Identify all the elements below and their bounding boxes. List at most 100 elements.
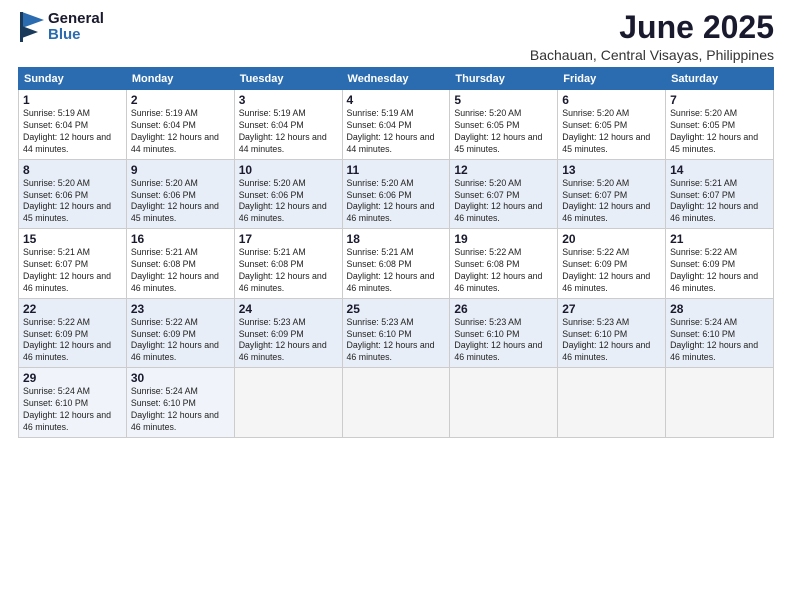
calendar-week-row: 8Sunrise: 5:20 AMSunset: 6:06 PMDaylight… xyxy=(19,159,774,229)
table-row: 21Sunrise: 5:22 AMSunset: 6:09 PMDayligh… xyxy=(666,229,774,299)
table-row: 27Sunrise: 5:23 AMSunset: 6:10 PMDayligh… xyxy=(558,298,666,368)
day-number: 19 xyxy=(454,232,553,246)
day-info: Sunrise: 5:21 AMSunset: 6:07 PMDaylight:… xyxy=(23,247,122,295)
day-number: 9 xyxy=(131,163,230,177)
table-row: 9Sunrise: 5:20 AMSunset: 6:06 PMDaylight… xyxy=(126,159,234,229)
day-info: Sunrise: 5:20 AMSunset: 6:06 PMDaylight:… xyxy=(23,178,122,226)
day-number: 25 xyxy=(347,302,446,316)
day-info: Sunrise: 5:19 AMSunset: 6:04 PMDaylight:… xyxy=(347,108,446,156)
header-monday: Monday xyxy=(126,68,234,90)
table-row: 11Sunrise: 5:20 AMSunset: 6:06 PMDayligh… xyxy=(342,159,450,229)
day-number: 6 xyxy=(562,93,661,107)
day-number: 28 xyxy=(670,302,769,316)
table-row xyxy=(666,368,774,438)
day-number: 1 xyxy=(23,93,122,107)
table-row: 12Sunrise: 5:20 AMSunset: 6:07 PMDayligh… xyxy=(450,159,558,229)
table-row: 3Sunrise: 5:19 AMSunset: 6:04 PMDaylight… xyxy=(234,90,342,160)
day-number: 21 xyxy=(670,232,769,246)
table-row: 17Sunrise: 5:21 AMSunset: 6:08 PMDayligh… xyxy=(234,229,342,299)
table-row: 30Sunrise: 5:24 AMSunset: 6:10 PMDayligh… xyxy=(126,368,234,438)
day-number: 13 xyxy=(562,163,661,177)
day-info: Sunrise: 5:21 AMSunset: 6:07 PMDaylight:… xyxy=(670,178,769,226)
title-block: June 2025 Bachauan, Central Visayas, Phi… xyxy=(530,10,774,63)
day-info: Sunrise: 5:20 AMSunset: 6:05 PMDaylight:… xyxy=(562,108,661,156)
table-row: 5Sunrise: 5:20 AMSunset: 6:05 PMDaylight… xyxy=(450,90,558,160)
header: General Blue June 2025 Bachauan, Central… xyxy=(18,10,774,63)
table-row: 18Sunrise: 5:21 AMSunset: 6:08 PMDayligh… xyxy=(342,229,450,299)
day-number: 3 xyxy=(239,93,338,107)
day-number: 5 xyxy=(454,93,553,107)
day-number: 10 xyxy=(239,163,338,177)
day-info: Sunrise: 5:23 AMSunset: 6:10 PMDaylight:… xyxy=(454,317,553,365)
day-info: Sunrise: 5:22 AMSunset: 6:09 PMDaylight:… xyxy=(562,247,661,295)
day-info: Sunrise: 5:24 AMSunset: 6:10 PMDaylight:… xyxy=(670,317,769,365)
day-info: Sunrise: 5:19 AMSunset: 6:04 PMDaylight:… xyxy=(239,108,338,156)
day-info: Sunrise: 5:21 AMSunset: 6:08 PMDaylight:… xyxy=(131,247,230,295)
calendar-week-row: 15Sunrise: 5:21 AMSunset: 6:07 PMDayligh… xyxy=(19,229,774,299)
day-info: Sunrise: 5:20 AMSunset: 6:06 PMDaylight:… xyxy=(347,178,446,226)
header-sunday: Sunday xyxy=(19,68,127,90)
day-number: 20 xyxy=(562,232,661,246)
header-thursday: Thursday xyxy=(450,68,558,90)
day-info: Sunrise: 5:20 AMSunset: 6:07 PMDaylight:… xyxy=(562,178,661,226)
day-info: Sunrise: 5:20 AMSunset: 6:06 PMDaylight:… xyxy=(239,178,338,226)
table-row xyxy=(342,368,450,438)
day-number: 7 xyxy=(670,93,769,107)
calendar-week-row: 1Sunrise: 5:19 AMSunset: 6:04 PMDaylight… xyxy=(19,90,774,160)
day-info: Sunrise: 5:23 AMSunset: 6:09 PMDaylight:… xyxy=(239,317,338,365)
day-number: 18 xyxy=(347,232,446,246)
header-wednesday: Wednesday xyxy=(342,68,450,90)
day-number: 23 xyxy=(131,302,230,316)
day-info: Sunrise: 5:20 AMSunset: 6:07 PMDaylight:… xyxy=(454,178,553,226)
table-row xyxy=(558,368,666,438)
logo-text: General Blue xyxy=(48,11,104,44)
table-row: 28Sunrise: 5:24 AMSunset: 6:10 PMDayligh… xyxy=(666,298,774,368)
day-number: 11 xyxy=(347,163,446,177)
logo-icon xyxy=(18,10,44,44)
day-number: 22 xyxy=(23,302,122,316)
calendar-header-row: Sunday Monday Tuesday Wednesday Thursday… xyxy=(19,68,774,90)
day-number: 17 xyxy=(239,232,338,246)
table-row: 19Sunrise: 5:22 AMSunset: 6:08 PMDayligh… xyxy=(450,229,558,299)
table-row xyxy=(234,368,342,438)
day-info: Sunrise: 5:20 AMSunset: 6:05 PMDaylight:… xyxy=(454,108,553,156)
table-row: 13Sunrise: 5:20 AMSunset: 6:07 PMDayligh… xyxy=(558,159,666,229)
table-row xyxy=(450,368,558,438)
title-month: June 2025 xyxy=(530,10,774,45)
header-saturday: Saturday xyxy=(666,68,774,90)
table-row: 15Sunrise: 5:21 AMSunset: 6:07 PMDayligh… xyxy=(19,229,127,299)
title-location: Bachauan, Central Visayas, Philippines xyxy=(530,47,774,63)
day-info: Sunrise: 5:21 AMSunset: 6:08 PMDaylight:… xyxy=(239,247,338,295)
day-info: Sunrise: 5:24 AMSunset: 6:10 PMDaylight:… xyxy=(23,386,122,434)
header-friday: Friday xyxy=(558,68,666,90)
day-info: Sunrise: 5:20 AMSunset: 6:06 PMDaylight:… xyxy=(131,178,230,226)
day-number: 24 xyxy=(239,302,338,316)
table-row: 24Sunrise: 5:23 AMSunset: 6:09 PMDayligh… xyxy=(234,298,342,368)
table-row: 6Sunrise: 5:20 AMSunset: 6:05 PMDaylight… xyxy=(558,90,666,160)
page: General Blue June 2025 Bachauan, Central… xyxy=(0,0,792,612)
day-info: Sunrise: 5:19 AMSunset: 6:04 PMDaylight:… xyxy=(131,108,230,156)
day-info: Sunrise: 5:23 AMSunset: 6:10 PMDaylight:… xyxy=(347,317,446,365)
logo-blue: Blue xyxy=(48,27,104,44)
day-number: 12 xyxy=(454,163,553,177)
day-number: 30 xyxy=(131,371,230,385)
table-row: 22Sunrise: 5:22 AMSunset: 6:09 PMDayligh… xyxy=(19,298,127,368)
day-number: 16 xyxy=(131,232,230,246)
logo-general: General xyxy=(48,11,104,28)
table-row: 26Sunrise: 5:23 AMSunset: 6:10 PMDayligh… xyxy=(450,298,558,368)
day-number: 26 xyxy=(454,302,553,316)
day-number: 8 xyxy=(23,163,122,177)
day-info: Sunrise: 5:20 AMSunset: 6:05 PMDaylight:… xyxy=(670,108,769,156)
table-row: 8Sunrise: 5:20 AMSunset: 6:06 PMDaylight… xyxy=(19,159,127,229)
day-info: Sunrise: 5:24 AMSunset: 6:10 PMDaylight:… xyxy=(131,386,230,434)
day-number: 27 xyxy=(562,302,661,316)
table-row: 20Sunrise: 5:22 AMSunset: 6:09 PMDayligh… xyxy=(558,229,666,299)
table-row: 10Sunrise: 5:20 AMSunset: 6:06 PMDayligh… xyxy=(234,159,342,229)
table-row: 25Sunrise: 5:23 AMSunset: 6:10 PMDayligh… xyxy=(342,298,450,368)
calendar-week-row: 29Sunrise: 5:24 AMSunset: 6:10 PMDayligh… xyxy=(19,368,774,438)
day-info: Sunrise: 5:21 AMSunset: 6:08 PMDaylight:… xyxy=(347,247,446,295)
table-row: 29Sunrise: 5:24 AMSunset: 6:10 PMDayligh… xyxy=(19,368,127,438)
day-info: Sunrise: 5:22 AMSunset: 6:09 PMDaylight:… xyxy=(670,247,769,295)
table-row: 1Sunrise: 5:19 AMSunset: 6:04 PMDaylight… xyxy=(19,90,127,160)
day-info: Sunrise: 5:19 AMSunset: 6:04 PMDaylight:… xyxy=(23,108,122,156)
